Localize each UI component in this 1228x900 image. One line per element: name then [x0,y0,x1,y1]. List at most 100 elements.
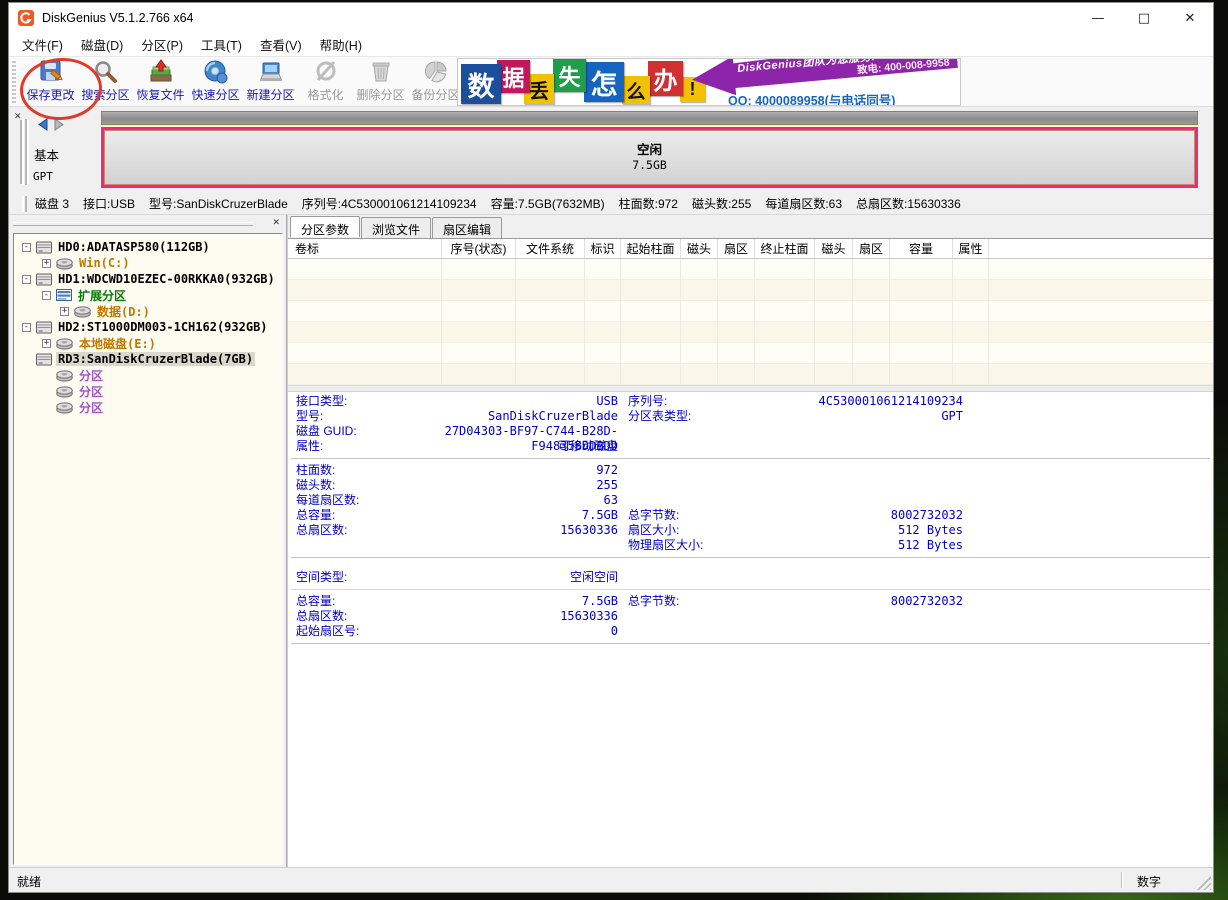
tree-item-5[interactable]: -HD2:ST1000DM003-1CH162(932GB) [14,319,282,335]
menu-item-3[interactable]: 工具(T) [192,32,251,57]
expander-expanded-icon[interactable]: - [22,243,31,252]
backup-partition-icon [423,58,449,85]
desktop: { "window": { "title": "DiskGenius V5.1.… [0,0,1228,900]
table-row[interactable] [288,280,1213,301]
table-cell [953,301,989,322]
table-cell [288,322,442,343]
disk-summary-line: 磁盘 3接口:USB型号:SanDiskCruzerBlade序列号:4C530… [9,193,1213,215]
info-row: 总扇区数:15630336扇区大小:512 Bytes [288,523,1213,538]
table-cell [288,301,442,322]
table-cell [953,280,989,301]
table-row[interactable] [288,364,1213,385]
menu-item-1[interactable]: 磁盘(D) [72,32,132,57]
panel-grip [22,119,27,185]
expander-expanded-icon[interactable]: - [42,291,51,300]
table-cell [621,301,681,322]
table-cell [953,343,989,364]
toolbar-button-label: 删除分区 [356,88,404,102]
table-cell [442,322,516,343]
new-partition-button[interactable]: 新建分区 [243,58,298,106]
minimize-button[interactable]: — [1075,3,1121,33]
save-changes-button[interactable]: 保存更改 [23,58,78,106]
table-row[interactable] [288,322,1213,343]
tree-item-4[interactable]: +数据(D:) [14,303,282,319]
panel-grip [22,196,27,212]
info-value: USB [438,394,618,409]
menu-item-5[interactable]: 帮助(H) [311,32,371,57]
column-header-6[interactable]: 扇区 [718,239,755,258]
partition-scheme-label: GPT [33,170,53,183]
column-header-0[interactable]: 卷标 [288,239,442,258]
tab-0[interactable]: 分区参数 [290,216,360,237]
menu-bar: 文件(F)磁盘(D)分区(P)工具(T)查看(V)帮助(H) [9,33,1213,57]
disk-summary-segment: 容量:7.5GB(7632MB) [491,195,605,212]
app-logo-icon [18,10,34,26]
tree-item-7[interactable]: RD3:SanDiskCruzerBlade(7GB) [14,351,282,367]
column-header-4[interactable]: 起始柱面 [621,239,681,258]
column-header-8[interactable]: 磁头 [815,239,853,258]
info-value: 7.5GB [438,508,618,523]
menu-item-4[interactable]: 查看(V) [251,32,311,57]
maximize-button[interactable]: □ [1121,3,1167,33]
info-label: 柱面数: [288,463,438,478]
close-icon[interactable]: ✕ [14,112,22,121]
nav-back-icon[interactable] [36,118,49,136]
tab-1[interactable]: 浏览文件 [361,217,431,238]
pane-drag-handle[interactable] [13,222,253,226]
table-cell [585,280,621,301]
expander-expanded-icon[interactable]: - [22,275,31,284]
table-row[interactable] [288,343,1213,364]
column-header-10[interactable]: 容量 [890,239,953,258]
close-button[interactable]: ✕ [1167,3,1213,33]
expander-collapsed-icon[interactable]: + [42,339,51,348]
table-row[interactable] [288,301,1213,322]
column-header-2[interactable]: 文件系统 [516,239,585,258]
table-cell [621,343,681,364]
tree-item-label: 扩展分区 [76,287,128,304]
menu-item-0[interactable]: 文件(F) [13,32,72,57]
tree-item-3[interactable]: - 扩展分区 [14,287,282,303]
table-cell [681,301,718,322]
column-header-1[interactable]: 序号(状态) [442,239,516,258]
disk-overview-strip[interactable] [101,111,1198,125]
nav-forward-icon[interactable] [53,118,66,136]
expander-expanded-icon[interactable]: - [22,323,31,332]
quick-partition-button[interactable]: 快速分区 [188,58,243,106]
table-row[interactable] [288,259,1213,280]
close-icon[interactable]: ✕ [272,218,280,227]
expander-collapsed-icon[interactable]: + [42,259,51,268]
search-partition-button[interactable]: 搜索分区 [78,58,133,106]
tree-item-0[interactable]: -HD0:ADATASP580(112GB) [14,239,282,255]
delete-partition-button: 删除分区 [353,58,408,106]
info-label [618,478,773,493]
toolbar: 保存更改搜索分区恢复文件快速分区新建分区格式化删除分区备份分区 !办么怎失丢据数… [9,57,1213,107]
free-space-block[interactable]: 空闲 7.5GB [101,127,1198,188]
column-header-9[interactable]: 扇区 [853,239,890,258]
expander-collapsed-icon[interactable]: + [60,307,69,316]
tree-item-9[interactable]: 分区 [14,383,282,399]
tab-2[interactable]: 扇区编辑 [432,217,502,238]
column-header-7[interactable]: 终止柱面 [755,239,815,258]
tree-item-1[interactable]: +Win(C:) [14,255,282,271]
table-cell [621,322,681,343]
ad-banner[interactable]: !办么怎失丢据数 DiskGenius团队为您服务! 致电: 400-008-9… [457,58,961,106]
column-header-3[interactable]: 标识 [585,239,621,258]
column-header-5[interactable]: 磁头 [681,239,718,258]
resize-grip-icon[interactable] [1197,876,1211,890]
column-header-11[interactable]: 属性 [953,239,989,258]
info-value: 15630336 [438,523,618,538]
title-bar: DiskGenius V5.1.2.766 x64 —□✕ [9,3,1213,33]
tree-item-8[interactable]: 分区 [14,367,282,383]
section-divider [291,643,1210,644]
recover-files-button[interactable]: 恢复文件 [133,58,188,106]
new-partition-icon [258,58,284,85]
tree-item-10[interactable]: 分区 [14,399,282,415]
menu-item-2[interactable]: 分区(P) [132,32,192,57]
info-label [618,463,773,478]
info-value: GPT [773,409,963,424]
tree-item-2[interactable]: -HD1:WDCWD10EZEC-00RKKA0(932GB) [14,271,282,287]
table-cell [815,301,853,322]
info-label: 序列号: [618,394,773,409]
table-cell [621,364,681,385]
tree-item-6[interactable]: +本地磁盘(E:) [14,335,282,351]
